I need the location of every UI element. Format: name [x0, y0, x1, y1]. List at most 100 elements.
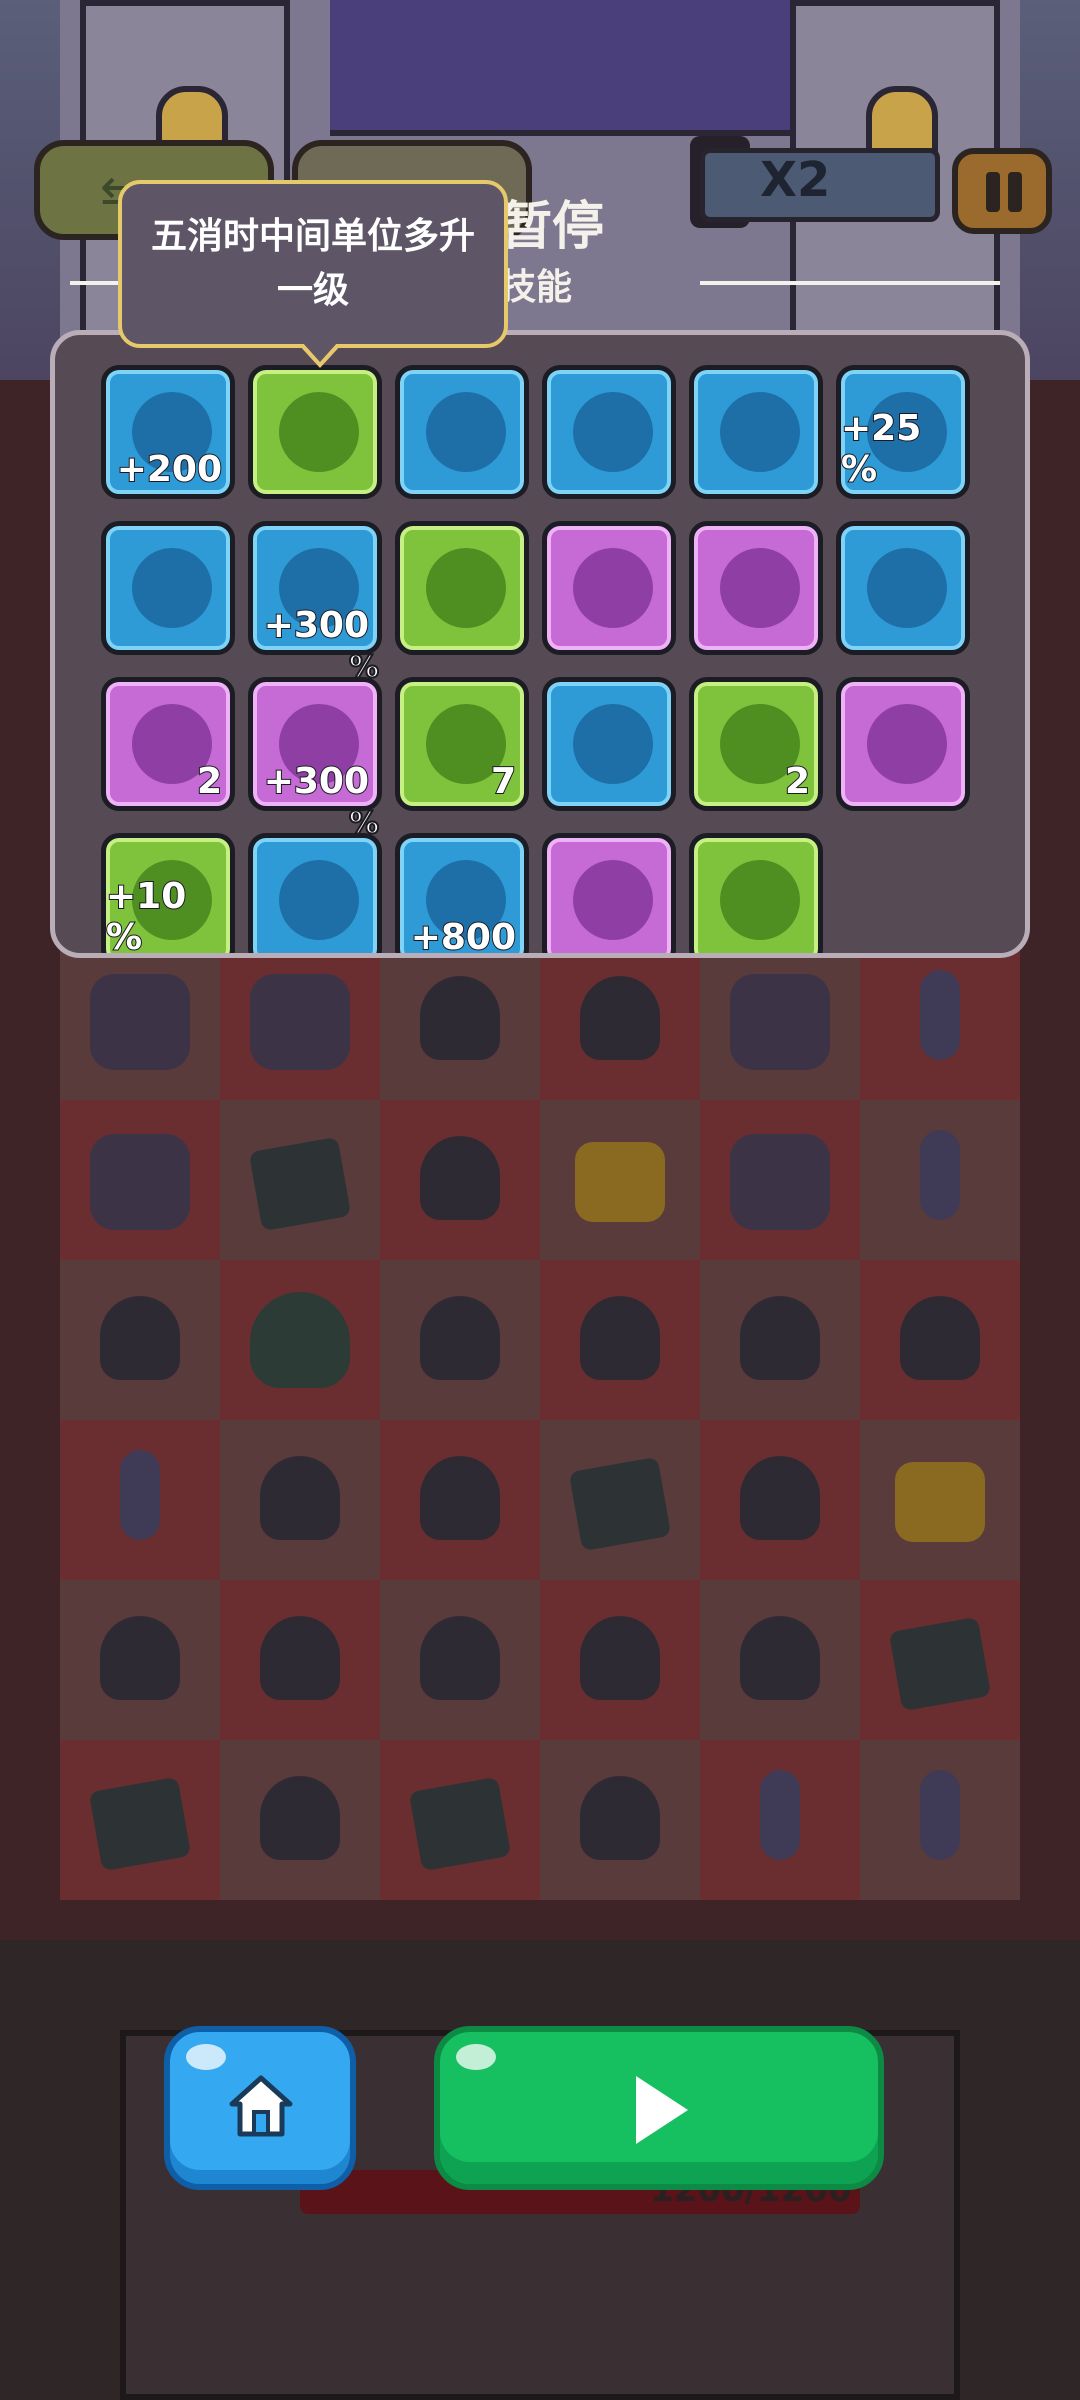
skill-tile[interactable] [836, 521, 970, 655]
skill-tile[interactable]: +10 % [101, 833, 235, 958]
skill-stat: 7 [490, 760, 517, 803]
home-icon [229, 2075, 293, 2137]
board-cell[interactable] [700, 1100, 860, 1260]
board-cell[interactable] [860, 1580, 1020, 1740]
pause-button[interactable] [952, 148, 1052, 234]
board-cell[interactable] [220, 1740, 380, 1900]
lightning-grandpas-icon [720, 860, 800, 940]
skill-tile[interactable]: +800 [395, 833, 529, 953]
board-cell[interactable] [700, 1260, 860, 1420]
skill-stat: +200 [116, 448, 223, 491]
claw-icon [740, 1456, 820, 1540]
board-cell[interactable] [860, 1260, 1020, 1420]
board-cell[interactable] [380, 1580, 540, 1740]
vampire-icon [260, 1616, 340, 1700]
board-cell[interactable] [700, 1740, 860, 1900]
grandma-green-aura-icon [426, 548, 506, 628]
coin-icon [895, 1462, 985, 1542]
board-cell[interactable] [860, 940, 1020, 1100]
board-cell[interactable] [220, 1420, 380, 1580]
board-cell[interactable] [220, 1260, 380, 1420]
dice-icon [248, 1136, 352, 1232]
dice-icon [408, 1776, 512, 1872]
skill-tile[interactable] [689, 365, 823, 499]
skill-tile[interactable] [542, 833, 676, 953]
game-board[interactable] [60, 940, 1020, 1900]
skill-tile[interactable] [836, 677, 970, 811]
board-cell[interactable] [60, 1100, 220, 1260]
board-cell[interactable] [700, 940, 860, 1100]
board-cell[interactable] [540, 1580, 700, 1740]
board-cell[interactable] [380, 1420, 540, 1580]
mech-icon [250, 974, 350, 1070]
vampire-icon [420, 976, 500, 1060]
board-cell[interactable] [540, 1260, 700, 1420]
board-cell[interactable] [220, 1580, 380, 1740]
board-cell[interactable] [380, 940, 540, 1100]
board-cell[interactable] [700, 1580, 860, 1740]
board-cell[interactable] [60, 1260, 220, 1420]
board-cell[interactable] [380, 1100, 540, 1260]
tooltip-pointer-fill [302, 342, 338, 362]
skill-tile[interactable] [248, 365, 382, 499]
skill-tile[interactable] [395, 365, 529, 499]
board-cell[interactable] [540, 940, 700, 1100]
poison-grandma-icon [573, 704, 653, 784]
skill-stat: +10 % [105, 875, 187, 958]
skill-tile[interactable]: 2 [689, 677, 823, 811]
skill-tile[interactable] [248, 833, 382, 953]
board-cell[interactable] [860, 1740, 1020, 1900]
skill-tile[interactable]: 2 [101, 677, 235, 811]
coin-icon [575, 1142, 665, 1222]
button-shine [186, 2044, 226, 2070]
skeleton-icon [730, 974, 830, 1070]
skill-tile[interactable] [542, 677, 676, 811]
skill-tile[interactable] [542, 521, 676, 655]
dmg-heart-icon [867, 548, 947, 628]
skill-tile[interactable] [689, 833, 823, 953]
board-cell[interactable] [380, 1260, 540, 1420]
slime-eye-icon [580, 976, 660, 1060]
skill-tile[interactable]: +300% [248, 677, 382, 842]
skill-tile[interactable]: 7 [395, 677, 529, 811]
skill-tile[interactable] [395, 521, 529, 655]
board-cell[interactable] [540, 1420, 700, 1580]
slime-eye-icon [260, 1776, 340, 1860]
board-cell[interactable] [700, 1420, 860, 1580]
vampire-bats-icon [426, 392, 506, 472]
divider [70, 281, 120, 285]
board-cell[interactable] [540, 1740, 700, 1900]
board-cell[interactable] [60, 1420, 220, 1580]
vampire-swap-icon [867, 704, 947, 784]
pause-icon-bar [1008, 172, 1022, 212]
board-cell[interactable] [220, 940, 380, 1100]
skill-tile[interactable]: +25 % [836, 365, 970, 499]
skills-panel[interactable]: +200 +25 % +300% 2 +300% 7 2 +10 % +800 [50, 330, 1030, 958]
skill-tile[interactable] [542, 365, 676, 499]
slime-plus-icon [573, 860, 653, 940]
vampire-icon [900, 1296, 980, 1380]
board-cell[interactable] [220, 1100, 380, 1260]
board-cell[interactable] [860, 1420, 1020, 1580]
skill-tile[interactable] [101, 521, 235, 655]
board-cell[interactable] [540, 1100, 700, 1260]
board-cell[interactable] [60, 1740, 220, 1900]
old-wizard-icon [279, 860, 359, 940]
skill-tile[interactable]: +300% [248, 521, 382, 686]
play-button[interactable] [434, 2026, 884, 2190]
vampire-icon [740, 1296, 820, 1380]
board-cell[interactable] [60, 940, 220, 1100]
tower-icon [120, 1450, 160, 1540]
board-cell[interactable] [860, 1100, 1020, 1260]
vampire-icon [580, 1616, 660, 1700]
vampire-icon [580, 1296, 660, 1380]
skill-tile[interactable] [689, 521, 823, 655]
board-cell[interactable] [60, 1580, 220, 1740]
skills-subtitle: 技能 [500, 267, 573, 308]
vampire-bats-purple-icon [573, 548, 653, 628]
home-button[interactable] [164, 2026, 356, 2190]
claw-icon [260, 1456, 340, 1540]
skill-tile[interactable]: +200 [101, 365, 235, 499]
claw-icon [580, 1776, 660, 1860]
board-cell[interactable] [380, 1740, 540, 1900]
